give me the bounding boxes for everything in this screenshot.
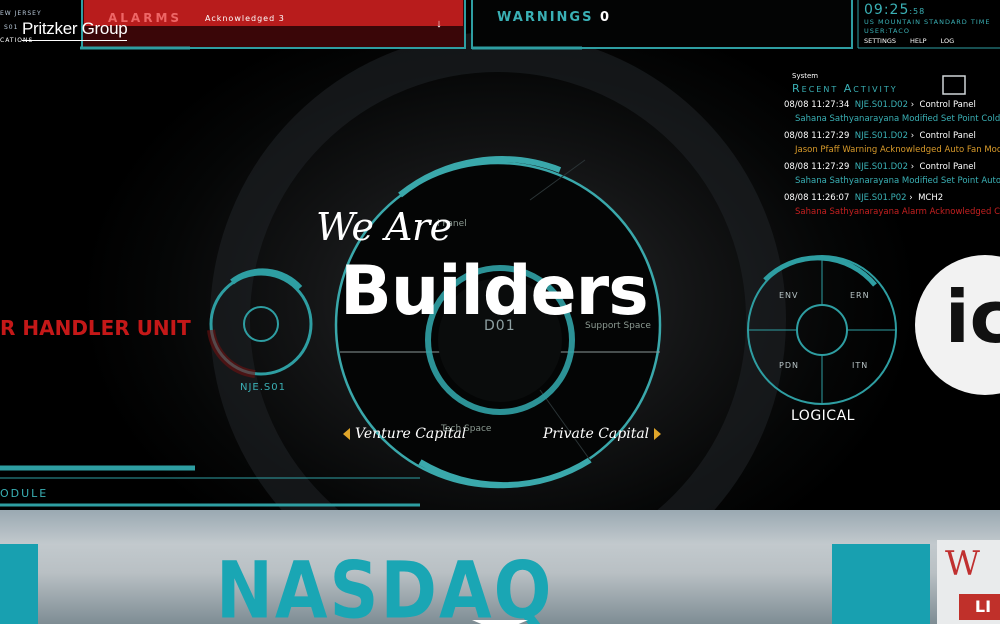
quad-itn: ITN bbox=[852, 361, 869, 370]
venture-capital-label: Venture Capital bbox=[355, 426, 467, 442]
user-label: USER:TACO bbox=[864, 27, 910, 35]
recent-activity-title: Recent Activity bbox=[792, 82, 898, 95]
private-capital-label: Private Capital bbox=[543, 426, 650, 442]
module-label: ODULE bbox=[0, 487, 49, 500]
hud-menu: SETTINGS HELP LOG bbox=[864, 37, 954, 45]
location-top: EW JERSEY bbox=[0, 10, 42, 17]
hero-section: ALARMS Acknowledged 3 ↓ WARNINGS 0 09:25… bbox=[0, 0, 1000, 510]
activity-row: 08/08 11:26:07 NJE.S01.P02 › MCH2 bbox=[784, 193, 944, 203]
handler-unit-label: R HANDLER UNIT bbox=[0, 316, 191, 340]
arrow-left-icon bbox=[343, 428, 350, 440]
arrow-right-icon bbox=[654, 428, 662, 440]
quad-ern: ERN bbox=[850, 291, 870, 300]
activity-detail: Sahana Sathyanarayana Alarm Acknowledged… bbox=[795, 207, 1000, 217]
quad-pdn: PDN bbox=[779, 361, 799, 370]
activity-row: 08/08 11:27:34 NJE.S01.D02 › Control Pan… bbox=[784, 100, 976, 110]
warnings-label: WARNINGS 0 bbox=[497, 10, 611, 25]
nasdaq-band: NASDAQ W LI bbox=[0, 510, 1000, 624]
hero-subtitle: We Are bbox=[316, 205, 452, 249]
menu-help[interactable]: HELP bbox=[910, 37, 927, 45]
warnings-count: 0 bbox=[600, 10, 612, 25]
teal-panel-right bbox=[832, 544, 930, 624]
clock-seconds: :58 bbox=[909, 7, 926, 16]
activity-detail: Sahana Sathyanarayana Modified Set Point… bbox=[795, 114, 1000, 124]
scroll-down-indicator[interactable] bbox=[472, 620, 528, 624]
teal-panel-left bbox=[0, 544, 38, 624]
download-icon[interactable]: ↓ bbox=[432, 17, 446, 31]
activity-row: 08/08 11:27:29 NJE.S01.D02 › Control Pan… bbox=[784, 162, 976, 172]
brand-logo[interactable]: Pritzker Group bbox=[22, 19, 128, 41]
activity-detail: Sahana Sathyanarayana Modified Set Point… bbox=[795, 176, 1000, 186]
location-code: S01 bbox=[4, 24, 19, 31]
partial-logo-glyph: ic bbox=[945, 275, 1000, 359]
corner-badge-bottom: LI bbox=[959, 594, 1000, 620]
menu-log[interactable]: LOG bbox=[941, 37, 955, 45]
corner-badge: W LI bbox=[937, 540, 1000, 624]
clock: 09:25:58 bbox=[864, 2, 925, 18]
acknowledged-label: Acknowledged 3 bbox=[205, 14, 285, 23]
warnings-text: WARNINGS bbox=[497, 10, 594, 25]
corner-badge-top: W bbox=[945, 544, 980, 584]
timezone-label: US MOUNTAIN STANDARD TIME bbox=[864, 18, 991, 26]
venture-capital-link[interactable]: Venture Capital bbox=[343, 426, 466, 442]
hero-title: Builders bbox=[340, 252, 649, 331]
system-label: System bbox=[792, 72, 819, 80]
activity-detail: Jason Pfaff Warning Acknowledged Auto Fa… bbox=[795, 145, 1000, 155]
private-capital-link[interactable]: Private Capital bbox=[543, 426, 662, 442]
quad-env: ENV bbox=[779, 291, 799, 300]
nje-label: NJE.S01 bbox=[240, 382, 286, 393]
clock-time: 09:25 bbox=[864, 2, 910, 18]
nasdaq-wordmark: NASDAQ bbox=[216, 546, 554, 624]
logical-label: LOGICAL bbox=[791, 408, 855, 424]
menu-settings[interactable]: SETTINGS bbox=[864, 37, 896, 45]
activity-row: 08/08 11:27:29 NJE.S01.D02 › Control Pan… bbox=[784, 131, 976, 141]
